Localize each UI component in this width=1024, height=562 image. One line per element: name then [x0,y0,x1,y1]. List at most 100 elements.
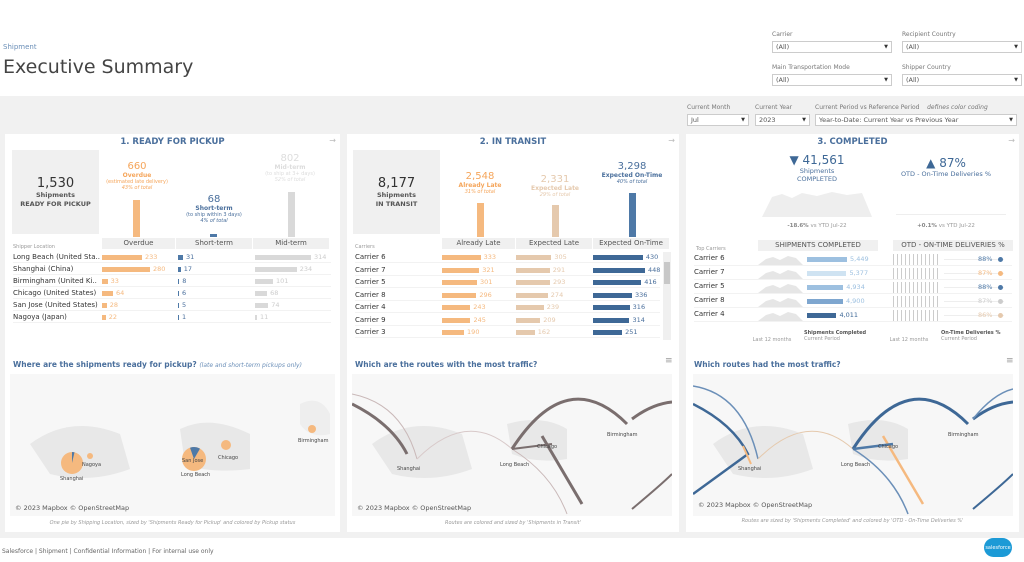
overdue-value: 28 [109,301,119,309]
table-row[interactable]: San Jose (United States) 28 5 74 [13,300,331,311]
scrollbar-thumb[interactable] [664,262,670,284]
expected-late-value: 293 [553,278,566,286]
table-row[interactable]: Carrier 5 4,934 88% [694,281,1012,294]
completed-map[interactable]: Shanghai Long Beach Chicago Birmingham ©… [693,374,1013,516]
map-svg: Shanghai Long Beach Chicago Birmingham [693,385,1013,515]
otd-line [944,315,1004,316]
column-header[interactable]: Expected On-Time [593,238,669,249]
table-row[interactable]: Carrier 6 5,449 88% [694,253,1012,266]
table-row[interactable]: Carrier 3 190 162 251 [355,327,660,338]
recipient-country-filter[interactable]: Recipient Country (All) ▼ [902,31,1022,53]
column-header[interactable]: Short-term [176,238,252,249]
expected-on-time-bar [593,267,645,273]
recipient-country-select[interactable]: (All) ▼ [902,41,1022,53]
column-header[interactable]: OTD - ON-TIME DELIVERIES % [893,240,1013,251]
short-term-value: 1 [182,313,187,321]
delta-value: +0.1% [917,223,937,229]
overdue-bar [102,279,108,284]
expected-late-value: 291 [552,265,566,274]
breadcrumb[interactable]: Shipment [3,43,37,51]
map-note: Routes are sized by 'Shipments Completed… [741,518,964,524]
kpi-label: OTD - On-Time Deliveries % [900,170,992,178]
city-label: Shanghai [60,476,83,482]
expected-on-time-bar [593,317,630,323]
footer-current: Current Period [941,336,977,342]
current-year-filter[interactable]: Current Year 2023 ▼ [755,104,810,126]
map-title: Which are the routes with the most traff… [355,360,538,369]
completed-panel: 3. COMPLETED → ▼ 41,561 Shipments COMPLE… [686,134,1019,532]
overdue-bar [102,315,106,320]
transport-mode-filter[interactable]: Main Transportation Mode (All) ▼ [772,64,892,86]
period-select[interactable]: Year-to-Date: Current Year vs Previous Y… [815,114,1017,126]
arrow-right-icon[interactable]: → [329,136,336,145]
carrier-select[interactable]: (All) ▼ [772,41,892,53]
panel-title: 1. READY FOR PICKUP [120,137,225,147]
table-row[interactable]: Carrier 5 301 293 416 [355,277,660,288]
table-row[interactable]: Carrier 9 245 209 314 [355,315,660,326]
menu-icon[interactable]: ≡ [1006,356,1014,366]
column-header[interactable]: Expected Late [516,238,592,249]
column-header[interactable]: Overdue [102,238,175,249]
expected-late-value: 305 [554,253,567,261]
otd-line [944,287,1004,288]
otd-dot [998,271,1003,276]
table-row[interactable]: Birmingham (United Ki.. 33 8 101 [13,276,331,287]
table-row[interactable]: Carrier 6 333 305 430 [355,252,660,263]
map-copyright: © 2023 Mapbox © OpenStreetMap [698,501,813,509]
already-late-bar [442,280,477,285]
table-scrollbar[interactable] [663,252,671,340]
transit-map[interactable]: Shanghai Long Beach Chicago Birmingham ©… [352,374,672,516]
pickup-map[interactable]: Nagoya Shanghai San Jose Long Beach Chic… [10,374,335,516]
mid-term-bar [255,315,257,320]
shipper-country-select[interactable]: (All) ▼ [902,74,1022,86]
table-row[interactable]: Carrier 8 296 274 336 [355,290,660,301]
expected-on-time-value: 316 [632,303,646,311]
filter-label: Current Period vs Reference Period defin… [815,104,1017,111]
filter-label: Carrier [772,31,793,38]
shipments-bar [807,313,837,318]
shipper-country-filter[interactable]: Shipper Country (All) ▼ [902,64,1022,86]
transport-mode-select[interactable]: (All) ▼ [772,74,892,86]
arrow-right-icon[interactable]: → [1008,136,1015,145]
otd-line [944,301,1004,302]
table-row[interactable]: Nagoya (Japan) 22 1 11 [13,312,331,323]
overdue-bar [102,267,150,272]
current-year-select[interactable]: 2023 ▼ [755,114,810,126]
column-header[interactable]: Mid-term [253,238,329,249]
arrow-right-icon[interactable]: → [668,136,675,145]
table-row[interactable]: Carrier 8 4,900 87% [694,295,1012,308]
menu-icon[interactable]: ≡ [665,356,673,366]
table-row[interactable]: Shanghai (China) 280 17 234 [13,264,331,275]
kpi-pct: 29% of total [539,192,571,198]
expected-late-bar [516,292,548,298]
period-filter[interactable]: Current Period vs Reference Period defin… [815,104,1017,126]
expected-on-time-bar [629,193,636,237]
column-header[interactable]: Already Late [442,238,515,249]
salesforce-logo[interactable]: salesforce [984,538,1012,557]
table-row[interactable]: Chicago (United States) 64 6 68 [13,288,331,299]
kpi-value: 802 [280,153,300,164]
row-header: Shipper Location [13,244,55,250]
city-label: Long Beach [841,462,870,468]
footer-last12: Last 12 months [889,337,929,343]
table-row[interactable]: Long Beach (United Sta.. 233 31 314 [13,252,331,263]
table-row[interactable]: Carrier 4 4,011 86% [694,309,1012,322]
in-transit-panel: 2. IN TRANSIT → 8,177 Shipments IN TRANS… [347,134,679,532]
column-header[interactable]: SHIPMENTS COMPLETED [758,240,878,251]
current-month-filter[interactable]: Current Month Jul ▼ [687,104,749,126]
table-row[interactable]: Carrier 7 5,377 87% [694,267,1012,280]
shipments-bar [807,285,844,290]
short-term-value: 8 [182,277,187,285]
carrier-filter[interactable]: Carrier (All) ▼ [772,31,892,53]
current-month-select[interactable]: Jul ▼ [687,114,749,126]
kpi-label: IN TRANSIT [375,199,418,208]
table-row[interactable]: Carrier 4 243 239 316 [355,302,660,313]
row-label: Long Beach (United Sta.. [13,253,100,261]
city-label: Birmingham [948,432,979,438]
map-copyright: © 2023 Mapbox © OpenStreetMap [15,504,130,512]
kpi-label: Overdue [122,172,152,179]
chevron-down-icon: ▼ [1014,44,1018,50]
map-note: One pie by Shipping Location, sized by '… [49,520,296,526]
selected-value: Year-to-Date: Current Year vs Previous Y… [819,116,959,124]
table-row[interactable]: Carrier 7 321 291 448 [355,265,660,276]
